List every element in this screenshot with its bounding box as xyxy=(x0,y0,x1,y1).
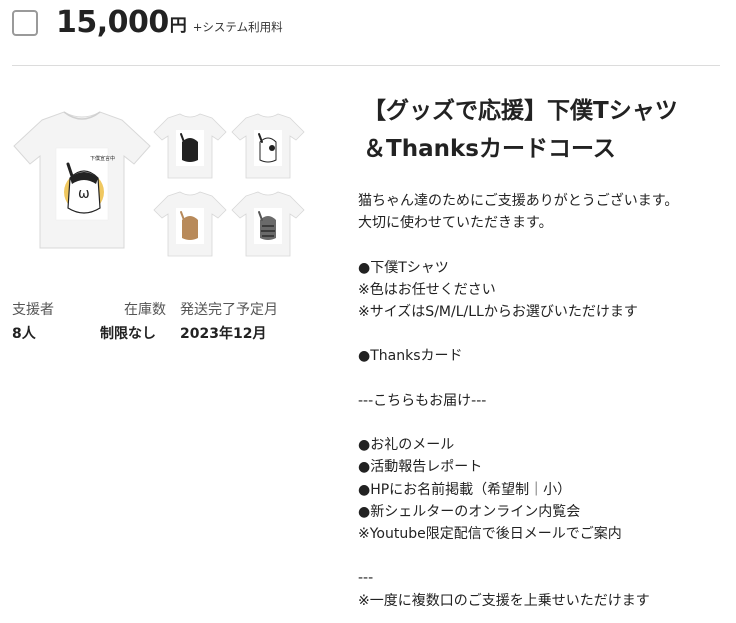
description-line: --- xyxy=(358,570,374,587)
description-line: ※Youtube限定配信で後日メールでご案内 xyxy=(358,525,622,542)
reward-title-line1: 【グッズで応援】下僕Tシャツ xyxy=(363,98,678,124)
reward-stats: 支援者 8人 在庫数 制限なし 発送完了予定月 2023年12月 xyxy=(12,300,278,344)
small-tshirt-brown-cat xyxy=(153,191,227,257)
reward-price: 15,000 xyxy=(56,5,169,40)
delivery-stat: 発送完了予定月 2023年12月 xyxy=(180,300,278,344)
stock-stat: 在庫数 制限なし xyxy=(100,300,166,344)
supporters-value: 8人 xyxy=(12,326,36,342)
price-header: 15,000 円 +システム利用料 xyxy=(12,4,283,42)
small-tshirt-black-cat xyxy=(153,113,227,179)
large-tshirt: ω 下僕宣言中 xyxy=(13,111,151,249)
description-line: ※色はお任せください xyxy=(358,281,496,298)
delivery-value: 2023年12月 xyxy=(180,326,267,342)
svg-text:下僕宣言中: 下僕宣言中 xyxy=(90,155,115,162)
description-line: ●Thanksカード xyxy=(358,348,463,365)
description-line xyxy=(358,412,728,434)
reward-title: 【グッズで応援】下僕Tシャツ ＆Thanksカードコース xyxy=(363,92,723,168)
description-line: ●HPにお名前掲載（希望制｜小） xyxy=(358,481,572,498)
reward-description: 猫ちゃん達のためにご支援ありがとうございます。 大切に使わせていただきます。 ●… xyxy=(358,190,728,612)
reward-image: ω 下僕宣言中 xyxy=(12,108,308,268)
description-line: ●新シェルターのオンライン内覧会 xyxy=(358,503,581,520)
system-fee-note: +システム利用料 xyxy=(192,20,283,34)
description-line xyxy=(358,323,728,345)
header-divider xyxy=(12,65,720,66)
supporters-stat: 支援者 8人 xyxy=(12,300,100,344)
description-line: 猫ちゃん達のためにご支援ありがとうございます。 xyxy=(358,193,679,209)
description-line: ●下僕Tシャツ xyxy=(358,259,449,276)
delivery-label: 発送完了予定月 xyxy=(180,302,278,318)
price-currency: 円 xyxy=(169,15,187,36)
description-line: 大切に使わせていただきます。 xyxy=(358,215,553,232)
tshirt-illustrations: ω 下僕宣言中 xyxy=(13,111,305,257)
description-line: ●活動報告レポート xyxy=(358,459,483,476)
description-line: ※サイズはS/M/L/LLからお選びいただけます xyxy=(358,304,638,320)
description-line: ●お礼のメール xyxy=(358,437,455,454)
description-line xyxy=(358,234,728,256)
small-tshirt-white-cat xyxy=(231,113,305,179)
stock-value: 制限なし xyxy=(100,326,156,342)
description-line: ---こちらもお届け--- xyxy=(358,392,487,409)
small-tshirt-tabby-cat xyxy=(231,191,305,257)
description-line: ※一度に複数口のご支援を上乗せいただけます xyxy=(358,592,650,609)
svg-text:ω: ω xyxy=(78,186,90,202)
stock-label: 在庫数 xyxy=(124,302,166,318)
description-line xyxy=(358,545,728,567)
supporters-label: 支援者 xyxy=(12,302,54,318)
select-reward-checkbox[interactable] xyxy=(12,10,38,36)
reward-title-line2: ＆Thanksカードコース xyxy=(363,136,616,162)
description-line xyxy=(358,368,728,390)
